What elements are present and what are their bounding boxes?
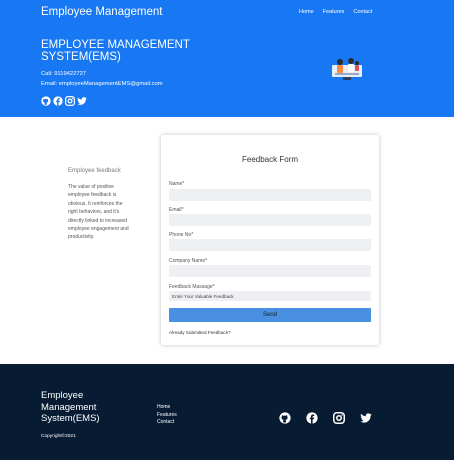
hero-social-links <box>41 93 87 106</box>
footer-contact-link[interactable]: Contact <box>157 419 177 425</box>
nav-contact-link[interactable]: Contact <box>353 9 372 15</box>
twitter-icon[interactable] <box>77 93 87 105</box>
top-nav: Home Features Contact <box>299 9 372 15</box>
footer-features-link[interactable]: Features <box>157 412 177 418</box>
feedback-form-title: Feedback Form <box>241 155 299 164</box>
team-illustration <box>332 58 362 80</box>
instagram-icon[interactable] <box>65 93 75 106</box>
name-input[interactable] <box>169 189 371 201</box>
email-label: Email* <box>169 207 184 213</box>
email-input[interactable] <box>169 214 371 226</box>
feedback-sidebar-title: Employee feedback <box>68 168 121 174</box>
feedback-sidebar-text: The value of positive employee feedback … <box>68 184 129 241</box>
twitter-icon[interactable] <box>360 411 372 423</box>
nav-features-link[interactable]: Features <box>323 9 345 15</box>
github-icon[interactable] <box>279 411 291 424</box>
feedback-message-input[interactable] <box>169 291 371 301</box>
hero-title: EMPLOYEE MANAGEMENT SYSTEM(EMS) <box>41 39 190 63</box>
github-icon[interactable] <box>41 93 51 106</box>
facebook-icon[interactable] <box>53 93 63 106</box>
phone-label: Phone No* <box>169 232 194 238</box>
phone-input[interactable] <box>169 239 371 251</box>
footer-links: Home Features Contact <box>157 404 177 425</box>
name-label: Name* <box>169 181 185 187</box>
footer: Employee Management System(EMS) Copyrigh… <box>0 364 454 460</box>
feedback-form-card: Feedback Form Name* Email* Phone No* Com… <box>161 135 379 345</box>
hero-section: Employee Management Home Features Contac… <box>0 0 454 117</box>
send-button[interactable]: Send <box>169 308 371 322</box>
hero-phone: Call: 9119422727 <box>41 71 87 77</box>
footer-social-links <box>279 411 372 424</box>
brand-title[interactable]: Employee Management <box>41 6 162 18</box>
company-label: Company Name* <box>169 258 208 264</box>
nav-home-link[interactable]: Home <box>299 9 314 15</box>
copyright-text: Copyright©2021 <box>41 434 76 439</box>
company-input[interactable] <box>169 265 371 277</box>
footer-home-link[interactable]: Home <box>157 404 177 410</box>
facebook-icon[interactable] <box>306 411 318 424</box>
hero-email: Email: employeeManagementEMS@gmail.com <box>41 81 163 87</box>
instagram-icon[interactable] <box>333 411 345 424</box>
already-submitted-link[interactable]: Already Submitted Feedback? <box>169 330 231 335</box>
footer-brand: Employee Management System(EMS) <box>41 390 100 424</box>
message-label: Feedback Massage* <box>169 284 215 290</box>
